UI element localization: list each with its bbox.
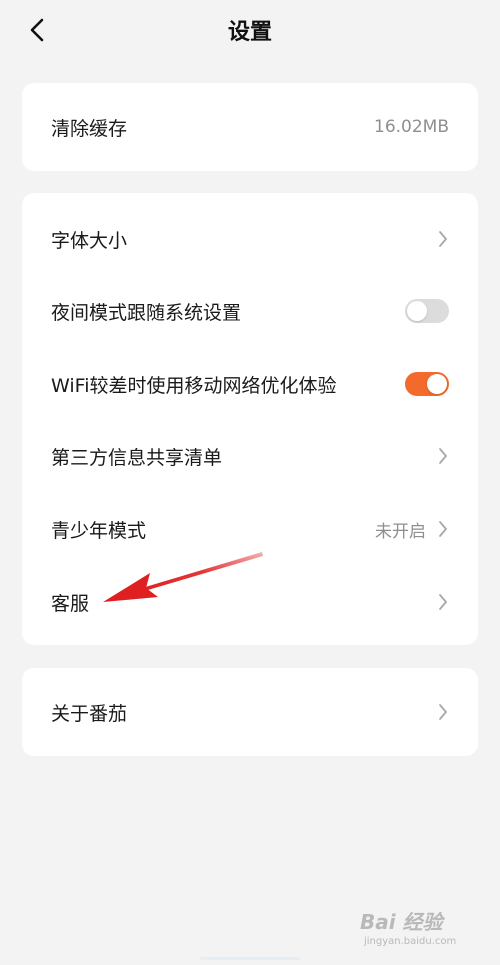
third-party-sharing-row[interactable]: 第三方信息共享清单 xyxy=(22,426,478,486)
wifi-optimize-toggle[interactable] xyxy=(405,372,449,396)
page-title: 设置 xyxy=(227,20,272,45)
watermark-url: jingyan.baidu.com xyxy=(364,936,457,947)
home-indicator[interactable] xyxy=(200,957,300,960)
cache-card: 清除缓存 16.02MB xyxy=(22,83,478,171)
wifi-optimize-row: WiFi较差时使用移动网络优化体验 xyxy=(22,354,478,414)
about-card: 关于番茄 xyxy=(22,668,478,756)
night-mode-row: 夜间模式跟随系统设置 xyxy=(22,281,478,341)
chevron-right-icon xyxy=(436,519,450,539)
clear-cache-label: 清除缓存 xyxy=(51,117,128,140)
youth-mode-status: 未开启 xyxy=(375,521,426,542)
chevron-right-icon xyxy=(436,702,450,722)
chevron-right-icon xyxy=(436,229,450,249)
about-row[interactable]: 关于番茄 xyxy=(22,682,478,742)
night-mode-toggle[interactable] xyxy=(405,299,449,323)
customer-service-row[interactable]: 客服 xyxy=(22,572,478,632)
chevron-right-icon xyxy=(436,446,450,466)
night-mode-label: 夜间模式跟随系统设置 xyxy=(51,301,242,324)
font-size-label: 字体大小 xyxy=(51,229,128,252)
clear-cache-row[interactable]: 清除缓存 16.02MB xyxy=(22,97,478,157)
font-size-row[interactable]: 字体大小 xyxy=(22,209,478,269)
toggle-knob xyxy=(407,301,427,321)
chevron-right-icon xyxy=(436,592,450,612)
customer-service-label: 客服 xyxy=(51,592,90,615)
toggle-knob xyxy=(427,374,447,394)
youth-mode-row[interactable]: 青少年模式 未开启 xyxy=(22,499,478,559)
youth-mode-label: 青少年模式 xyxy=(51,519,147,542)
cache-size-value: 16.02MB xyxy=(374,117,449,137)
settings-card: 字体大小 夜间模式跟随系统设置 WiFi较差时使用移动网络优化体验 第三方信息共… xyxy=(22,193,478,645)
about-label: 关于番茄 xyxy=(51,702,128,725)
watermark-text: Bai 经验 xyxy=(360,910,443,934)
top-bar: 设置 xyxy=(0,0,500,58)
wifi-optimize-label: WiFi较差时使用移动网络优化体验 xyxy=(51,374,337,397)
watermark: Bai 经验 jingyan.baidu.com xyxy=(360,906,478,952)
third-party-sharing-label: 第三方信息共享清单 xyxy=(51,446,223,469)
